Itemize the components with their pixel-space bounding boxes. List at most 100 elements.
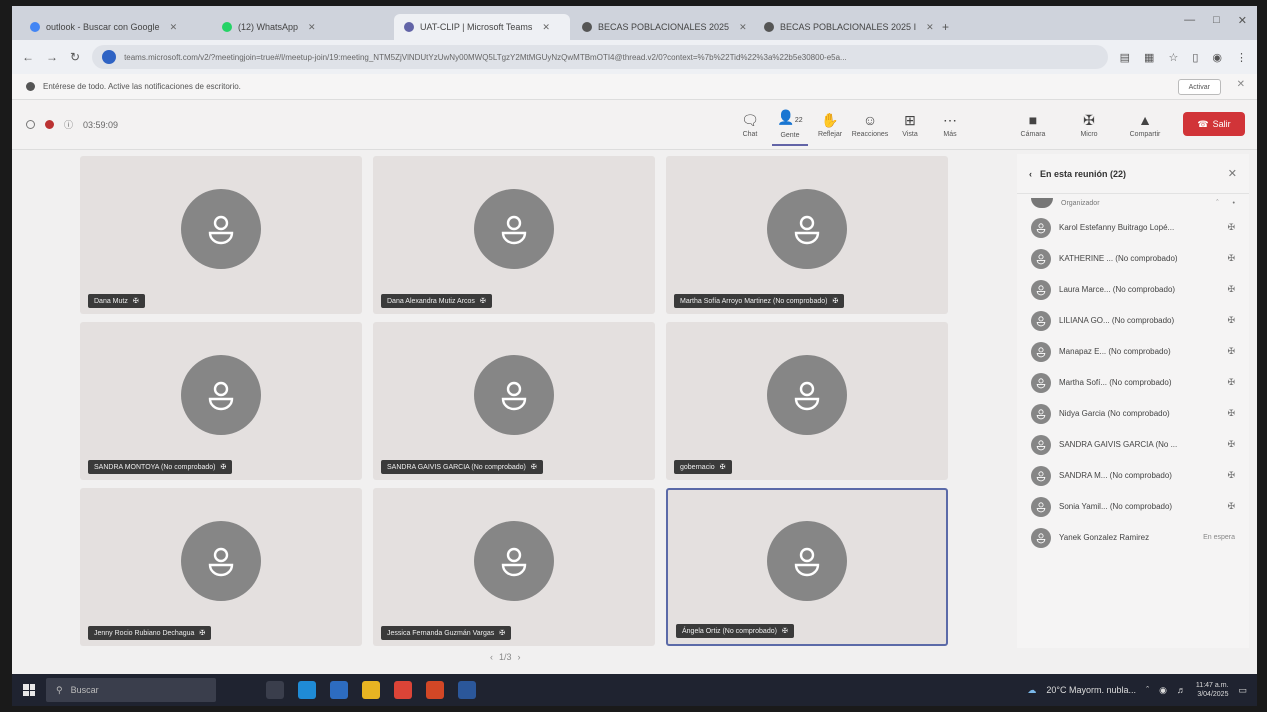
media-compartir-button[interactable]: ▲ Compartir <box>1122 104 1168 146</box>
participant-row[interactable]: SANDRA GAIVIS GARCIA (No ... ✠ <box>1017 429 1249 460</box>
reload-icon[interactable]: ↻ <box>70 50 80 64</box>
participant-tile[interactable]: Ángela Ortiz (No comprobado) ✠ <box>666 488 948 646</box>
info-icon <box>26 82 35 91</box>
participant-row[interactable]: Karol Estefanny Buitrago Lopé... ✠ <box>1017 212 1249 243</box>
participant-tile[interactable]: SANDRA GAIVIS GARCIA (No comprobado) ✠ <box>373 322 655 480</box>
back-icon[interactable]: ← <box>22 50 34 64</box>
chevron-icon[interactable]: ˆ <box>1216 200 1218 207</box>
toolbar-reflejar-button[interactable]: ✋ Reflejar <box>812 104 848 146</box>
participant-avatar-icon <box>181 521 261 601</box>
powerpoint-icon[interactable] <box>426 681 444 699</box>
activate-notifications-button[interactable]: Activar <box>1177 79 1221 95</box>
windows-logo-icon <box>23 684 35 696</box>
extensions-icon[interactable]: ▦ <box>1144 51 1154 64</box>
participant-row[interactable]: Nidya Garcia (No comprobado) ✠ <box>1017 398 1249 429</box>
browser-actions: ▤ ▦ ☆ ▯ ◉ ⋮ <box>1120 51 1247 64</box>
participant-row[interactable]: Manapaz E... (No comprobado) ✠ <box>1017 336 1249 367</box>
install-icon[interactable]: ▤ <box>1120 51 1130 64</box>
media-cámara-button[interactable]: ■ Cámara <box>1010 104 1056 146</box>
sidebar-icon[interactable]: ▯ <box>1192 51 1198 64</box>
notifications-icon[interactable]: ▭ <box>1238 685 1247 696</box>
media-label: Compartir <box>1129 130 1161 138</box>
mic-muted-icon: ✠ <box>1227 222 1235 232</box>
tray-chevron-icon[interactable]: ˆ <box>1146 685 1149 695</box>
participant-row[interactable]: Martha Sofí... (No comprobado) ✠ <box>1017 367 1249 398</box>
browser-tab[interactable]: BECAS POBLACIONALES 2025 I ✕ <box>754 14 934 40</box>
mic-muted-icon: ✠ <box>1227 284 1235 294</box>
tab-title: BECAS POBLACIONALES 2025 I <box>780 22 917 32</box>
close-notification-icon[interactable]: ✕ <box>1237 79 1245 90</box>
close-tab-icon[interactable]: ✕ <box>926 22 934 33</box>
clock[interactable]: 11:47 a.m. 3/04/2025 <box>1196 681 1229 699</box>
participant-name: KATHERINE ... (No comprobado) <box>1059 254 1178 263</box>
participant-row[interactable]: Yanek Gonzalez Ramirez En espera <box>1017 522 1249 553</box>
browser-tab[interactable]: BECAS POBLACIONALES 2025 ✕ <box>572 14 752 40</box>
close-window-icon[interactable]: ✕ <box>1238 14 1247 27</box>
participant-avatar-icon <box>1031 217 1051 238</box>
word-icon[interactable] <box>458 681 476 699</box>
close-tab-icon[interactable]: ✕ <box>170 22 178 33</box>
people-icon: 👤22 <box>777 108 803 125</box>
prev-page-icon[interactable]: ‹ <box>490 652 493 662</box>
info-circle-icon[interactable]: ⓘ <box>64 118 73 131</box>
bookmark-star-icon[interactable]: ☆ <box>1168 51 1178 64</box>
next-page-icon[interactable]: › <box>518 652 521 662</box>
media-micro-button[interactable]: ✠ Micro <box>1066 104 1112 146</box>
participant-tile[interactable]: Dana Mutz ✠ <box>80 156 362 314</box>
mic-muted-icon: ✠ <box>832 298 839 305</box>
participant-tile[interactable]: SANDRA MONTOYA (No comprobado) ✠ <box>80 322 362 480</box>
media-controls: ■ Cámara ✠ Micro ▲ Compartir <box>1010 104 1168 146</box>
profile-icon[interactable]: ◉ <box>1212 51 1222 64</box>
url-field[interactable]: teams.microsoft.com/v2/?meetingjoin=true… <box>92 45 1108 69</box>
more-options-icon[interactable]: • <box>1233 200 1235 207</box>
menu-icon[interactable]: ⋮ <box>1236 51 1247 64</box>
toolbar-vista-button[interactable]: ⊞ Vista <box>892 104 928 146</box>
participant-row[interactable]: LILIANA GO... (No comprobado) ✠ <box>1017 305 1249 336</box>
weather-text[interactable]: 20°C Mayorm. nubla... <box>1046 685 1136 695</box>
maximize-icon[interactable]: □ <box>1213 14 1220 27</box>
browser-tab[interactable]: outlook - Buscar con Google ✕ <box>20 14 210 40</box>
start-button[interactable] <box>12 674 46 706</box>
toolbar-chat-button[interactable]: 🗨 Chat <box>732 104 768 146</box>
participant-avatar-icon <box>1031 434 1051 455</box>
participant-row[interactable]: Laura Marce... (No comprobado) ✠ <box>1017 274 1249 305</box>
participant-row[interactable]: SANDRA M... (No comprobado) ✠ <box>1017 460 1249 491</box>
mic-muted-icon: ✠ <box>1227 346 1235 356</box>
file-explorer-icon[interactable] <box>362 681 380 699</box>
participant-row[interactable]: KATHERINE ... (No comprobado) ✠ <box>1017 243 1249 274</box>
forward-icon[interactable]: → <box>46 50 58 64</box>
minimize-icon[interactable]: — <box>1184 14 1195 27</box>
new-tab-icon[interactable]: + <box>936 14 955 40</box>
toolbar-más-button[interactable]: ⋯ Más <box>932 104 968 146</box>
volume-icon[interactable]: ♬ <box>1177 685 1186 695</box>
participant-tile[interactable]: Dana Alexandra Mutiz Arcos ✠ <box>373 156 655 314</box>
edge-icon[interactable] <box>298 681 316 699</box>
taskbar-search[interactable]: ⚲ Buscar <box>46 678 216 702</box>
participant-row[interactable]: Sonia Yamil... (No comprobado) ✠ <box>1017 491 1249 522</box>
share-icon: ▲ <box>1138 111 1152 128</box>
network-icon[interactable]: ◉ <box>1159 685 1167 696</box>
organizer-row[interactable]: Organizador ˆ • <box>1017 194 1249 212</box>
close-tab-icon[interactable]: ✕ <box>308 22 316 33</box>
browser-tab[interactable]: (12) WhatsApp ✕ <box>212 14 392 40</box>
participant-tile[interactable]: Jenny Rocio Rubiano Dechagua ✠ <box>80 488 362 646</box>
close-tab-icon[interactable]: ✕ <box>542 22 550 33</box>
participant-tile[interactable]: Martha Sofía Arroyo Martinez (No comprob… <box>666 156 948 314</box>
windows-taskbar: ⚲ Buscar ☁ 20°C Mayorm. nubla... ˆ ◉ ♬ 1… <box>12 674 1257 706</box>
toolbar-reacciones-button[interactable]: ☺ Reacciones <box>852 104 889 146</box>
leave-button[interactable]: ☎ Salir <box>1183 112 1245 136</box>
browser-tab[interactable]: UAT-CLIP | Microsoft Teams ✕ <box>394 14 570 40</box>
participant-avatar-icon <box>1031 310 1051 331</box>
participant-tile[interactable]: gobernacio ✠ <box>666 322 948 480</box>
back-chevron-icon[interactable]: ‹ <box>1029 169 1032 179</box>
site-info-icon[interactable] <box>102 50 117 64</box>
toolbar-gente-button[interactable]: 👤22 Gente <box>772 104 808 146</box>
tab-favicon-icon <box>222 22 232 32</box>
toolbar-label: Chat <box>742 130 758 138</box>
task-view-icon[interactable] <box>266 681 284 699</box>
store-icon[interactable] <box>330 681 348 699</box>
close-panel-icon[interactable]: ✕ <box>1228 167 1237 180</box>
chrome-icon[interactable] <box>394 681 412 699</box>
close-tab-icon[interactable]: ✕ <box>739 22 747 33</box>
participant-tile[interactable]: Jessica Fernanda Guzmán Vargas ✠ <box>373 488 655 646</box>
